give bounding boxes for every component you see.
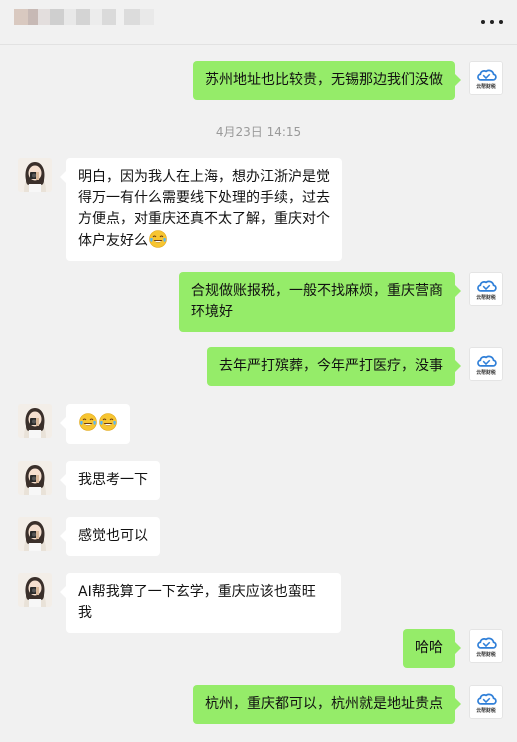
my-avatar[interactable] xyxy=(469,685,503,719)
contact-avatar[interactable] xyxy=(18,573,52,607)
joy-emoji xyxy=(79,413,97,431)
message-text: 我思考一下 xyxy=(78,472,148,488)
my-message-bubble[interactable]: 苏州地址也比较贵，无锡那边我们没做 xyxy=(193,61,461,100)
contact-message-bubble[interactable]: 感觉也可以 xyxy=(60,517,160,556)
my-message-bubble[interactable]: 合规做账报税，一般不找麻烦，重庆营商环境好 xyxy=(179,272,461,332)
my-avatar[interactable] xyxy=(469,272,503,306)
my-avatar[interactable] xyxy=(469,629,503,663)
timestamp: 4月23日 14:15 xyxy=(215,125,302,139)
message-text: 哈哈 xyxy=(415,640,443,656)
contact-message-bubble[interactable] xyxy=(60,404,130,444)
contact-avatar[interactable] xyxy=(18,517,52,551)
my-avatar[interactable] xyxy=(469,347,503,381)
message-text: 感觉也可以 xyxy=(78,528,148,544)
joy-emoji xyxy=(149,230,167,248)
message-text: 杭州，重庆都可以，杭州就是地址贵点 xyxy=(205,696,443,712)
my-message-bubble[interactable]: 杭州，重庆都可以，杭州就是地址贵点 xyxy=(193,685,461,724)
my-message-bubble[interactable]: 去年严打殡葬，今年严打医疗，没事 xyxy=(207,347,461,386)
more-dots-icon[interactable] xyxy=(481,14,503,30)
joy-emoji xyxy=(99,413,117,431)
message-text: 合规做账报税，一般不找麻烦，重庆营商环境好 xyxy=(191,283,443,320)
contact-message-bubble[interactable]: AI帮我算了一下玄学，重庆应该也蛮旺我 xyxy=(60,573,341,633)
my-avatar[interactable] xyxy=(469,61,503,95)
my-message-bubble[interactable]: 哈哈 xyxy=(403,629,461,668)
contact-message-bubble[interactable]: 我思考一下 xyxy=(60,461,160,500)
message-text: 明白，因为我人在上海，想办江浙沪是觉得万一有什么需要线下处理的手续，过去方便点，… xyxy=(78,169,330,249)
contact-avatar[interactable] xyxy=(18,461,52,495)
chat-title-blurred xyxy=(14,9,154,25)
contact-avatar[interactable] xyxy=(18,404,52,438)
message-text: 苏州地址也比较贵，无锡那边我们没做 xyxy=(205,72,443,88)
message-text: AI帮我算了一下玄学，重庆应该也蛮旺我 xyxy=(78,584,316,621)
message-text: 去年严打殡葬，今年严打医疗，没事 xyxy=(219,358,443,374)
contact-avatar[interactable] xyxy=(18,158,52,192)
chat-header xyxy=(0,0,517,45)
contact-message-bubble[interactable]: 明白，因为我人在上海，想办江浙沪是觉得万一有什么需要线下处理的手续，过去方便点，… xyxy=(60,158,342,261)
